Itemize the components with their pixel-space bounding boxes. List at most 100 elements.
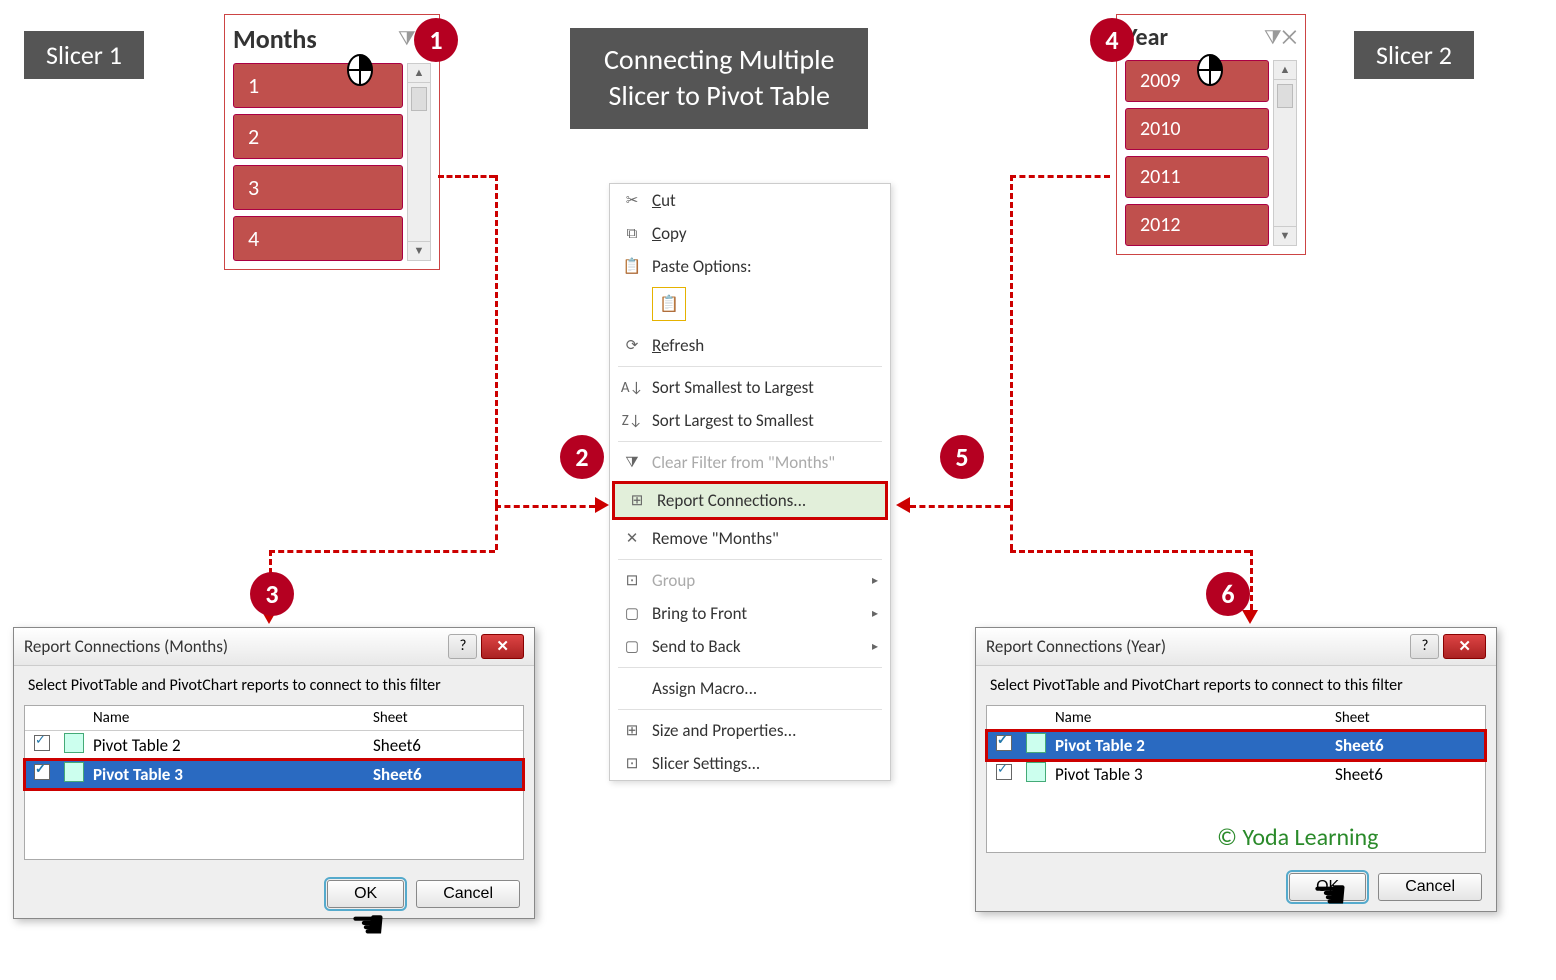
diagram-title: Connecting Multiple Slicer to Pivot Tabl… <box>570 28 868 129</box>
scissors-icon: ✂ <box>622 191 642 210</box>
dialog-instruction: Select PivotTable and PivotChart reports… <box>976 666 1496 705</box>
report-connections-icon: ⊞ <box>627 491 647 510</box>
title-line-2: Slicer to Pivot Table <box>604 78 834 114</box>
ctx-slicer-settings[interactable]: ⊡Slicer Settings... <box>610 747 890 780</box>
connector-line <box>1010 505 1013 550</box>
checkbox[interactable] <box>34 764 50 780</box>
ctx-send-back[interactable]: ▢Send to Back▸ <box>610 630 890 663</box>
connector-line <box>1010 550 1250 553</box>
dialog-instruction: Select PivotTable and PivotChart reports… <box>14 666 534 705</box>
pivottable-icon <box>1026 762 1046 782</box>
slicer-header: Months ⧩✕ <box>233 23 431 55</box>
slicer-2-label: Slicer 2 <box>1354 31 1474 79</box>
pivottable-icon <box>64 762 84 782</box>
cancel-button[interactable]: Cancel <box>416 880 520 908</box>
slicer-item[interactable]: 2011 <box>1125 156 1269 198</box>
help-button[interactable]: ? <box>1410 634 1439 659</box>
connector-line <box>269 550 495 553</box>
sort-asc-icon: A↓ <box>622 379 642 397</box>
ctx-clear-filter: ⧩Clear Filter from "Months" <box>610 446 890 479</box>
slicer-item[interactable]: 2012 <box>1125 204 1269 246</box>
title-line-1: Connecting Multiple <box>604 42 834 78</box>
ctx-sort-desc[interactable]: Z↓Sort Largest to Smallest <box>610 404 890 437</box>
submenu-arrow-icon: ▸ <box>872 639 878 654</box>
sort-desc-icon: Z↓ <box>622 412 642 430</box>
slicer-1-label: Slicer 1 <box>24 31 144 79</box>
credit-text: © Yoda Learning <box>1217 823 1556 852</box>
paste-option-button[interactable]: 📋 <box>652 287 686 321</box>
scrollbar[interactable]: ▲▼ <box>1273 60 1297 246</box>
close-button[interactable]: ✕ <box>1443 634 1486 659</box>
funnel-clear-icon: ⧩ <box>622 454 642 472</box>
pivottable-icon <box>64 733 84 753</box>
connector-line <box>1010 175 1013 505</box>
dialog-title: Report Connections (Months) <box>24 636 228 657</box>
col-header-sheet: Sheet <box>1335 709 1485 727</box>
cancel-button[interactable]: Cancel <box>1378 873 1482 901</box>
slicer-title-months: Months <box>233 23 317 55</box>
connector-line <box>495 175 498 505</box>
step-badge-5: 5 <box>940 435 984 479</box>
report-connections-dialog-year: Report Connections (Year) ? ✕ Select Piv… <box>975 627 1497 912</box>
dialog-titlebar[interactable]: Report Connections (Months) ? ✕ <box>14 628 534 666</box>
ctx-sort-asc[interactable]: A↓Sort Smallest to Largest <box>610 371 890 404</box>
col-header-name: Name <box>89 709 373 727</box>
checkbox[interactable] <box>34 735 50 751</box>
submenu-arrow-icon: ▸ <box>872 606 878 621</box>
step-badge-2: 2 <box>560 435 604 479</box>
pointer-hand-icon: ☚ <box>1312 870 1348 919</box>
connector-line <box>1010 175 1110 178</box>
close-button[interactable]: ✕ <box>481 634 524 659</box>
step-badge-6: 6 <box>1206 572 1250 616</box>
checkbox[interactable] <box>996 764 1012 780</box>
connector-line <box>438 175 495 178</box>
ctx-cut[interactable]: ✂Cut <box>610 184 890 217</box>
pivottable-icon <box>1026 733 1046 753</box>
table-row[interactable]: Pivot Table 3 Sheet6 <box>25 760 523 789</box>
pointer-hand-icon: ☚ <box>350 900 386 949</box>
connector-line <box>495 505 595 508</box>
paste-icon: 📋 <box>622 257 642 276</box>
table-row[interactable]: Pivot Table 3 Sheet6 <box>987 760 1485 789</box>
scrollbar[interactable]: ▲▼ <box>407 63 431 261</box>
properties-icon: ⊞ <box>622 721 642 740</box>
months-slicer[interactable]: Months ⧩✕ 1 2 3 4 ▲▼ <box>224 14 440 270</box>
clear-filter-icon[interactable]: ⧩✕ <box>1264 26 1297 50</box>
slicer-item[interactable]: 4 <box>233 216 403 261</box>
checkbox[interactable] <box>996 735 1012 751</box>
col-header-sheet: Sheet <box>373 709 523 727</box>
ctx-paste-options: 📋Paste Options: <box>610 250 890 283</box>
context-menu: ✂Cut ⧉Copy 📋Paste Options: 📋 ⟳Refresh A↓… <box>609 183 891 781</box>
dialog-table: Name Sheet Pivot Table 2 Sheet6 Pivot Ta… <box>24 705 524 860</box>
bring-front-icon: ▢ <box>622 604 642 623</box>
copy-icon: ⧉ <box>622 225 642 243</box>
dialog-titlebar[interactable]: Report Connections (Year) ? ✕ <box>976 628 1496 666</box>
settings-icon: ⊡ <box>622 754 642 773</box>
step-badge-4: 4 <box>1090 18 1134 62</box>
connector-line <box>495 505 498 550</box>
table-row[interactable]: Pivot Table 2 Sheet6 <box>987 731 1485 760</box>
send-back-icon: ▢ <box>622 637 642 656</box>
slicer-item[interactable]: 3 <box>233 165 403 210</box>
slicer-item[interactable]: 2010 <box>1125 108 1269 150</box>
slicer-item[interactable]: 2 <box>233 114 403 159</box>
table-row[interactable]: Pivot Table 2 Sheet6 <box>25 731 523 760</box>
dialog-table: Name Sheet Pivot Table 2 Sheet6 Pivot Ta… <box>986 705 1486 853</box>
ctx-assign-macro[interactable]: Assign Macro... <box>610 672 890 705</box>
ctx-refresh[interactable]: ⟳Refresh <box>610 329 890 362</box>
connector-line <box>910 505 1010 508</box>
right-click-cursor-icon <box>340 46 380 86</box>
group-icon: ⊡ <box>622 571 642 590</box>
help-button[interactable]: ? <box>448 634 477 659</box>
ctx-group: ⊡Group▸ <box>610 564 890 597</box>
ctx-bring-front[interactable]: ▢Bring to Front▸ <box>610 597 890 630</box>
connector-line <box>1250 550 1253 610</box>
ctx-report-connections[interactable]: ⊞Report Connections... <box>612 481 888 520</box>
ctx-size-properties[interactable]: ⊞Size and Properties... <box>610 714 890 747</box>
step-badge-3: 3 <box>250 572 294 616</box>
ctx-copy[interactable]: ⧉Copy <box>610 217 890 250</box>
report-connections-dialog-months: Report Connections (Months) ? ✕ Select P… <box>13 627 535 919</box>
dialog-title: Report Connections (Year) <box>986 636 1166 657</box>
step-badge-1: 1 <box>414 18 458 62</box>
ctx-remove[interactable]: ✕Remove "Months" <box>610 522 890 555</box>
